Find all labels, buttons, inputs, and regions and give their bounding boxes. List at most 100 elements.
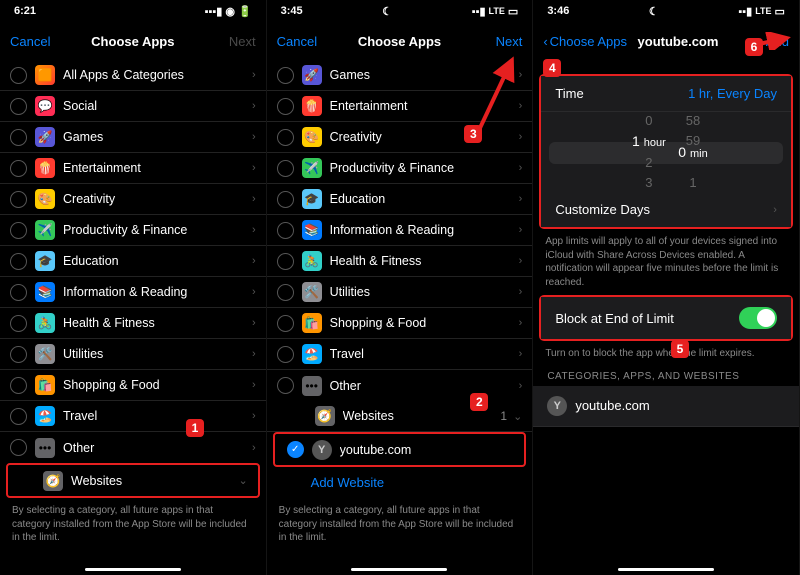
category-row[interactable]: 🛍️ Shopping & Food › bbox=[267, 308, 533, 339]
category-row[interactable]: 🎓 Education › bbox=[0, 246, 266, 277]
radio-unchecked-icon[interactable] bbox=[10, 98, 27, 115]
games-icon: 🚀 bbox=[302, 65, 322, 85]
category-row[interactable]: 💬 Social › bbox=[0, 91, 266, 122]
radio-unchecked-icon[interactable] bbox=[277, 129, 294, 146]
home-indicator[interactable] bbox=[85, 568, 181, 572]
row-label: Productivity & Finance bbox=[330, 161, 519, 175]
minutes-column[interactable]: 57 58 59 0 min 1 2 bbox=[686, 112, 700, 192]
customize-days-row[interactable]: Customize Days › bbox=[541, 192, 791, 227]
status-bar: 3:46 ☾ ▪▪▮ LTE ▭ bbox=[533, 0, 799, 22]
grid-icon: 🟧 bbox=[35, 65, 55, 85]
row-label: Creativity bbox=[330, 130, 519, 144]
radio-unchecked-icon[interactable] bbox=[10, 191, 27, 208]
category-row[interactable]: 📚 Information & Reading › bbox=[0, 277, 266, 308]
home-indicator[interactable] bbox=[351, 568, 447, 572]
hours-column[interactable]: 0 1 hour 2 3 bbox=[632, 112, 666, 192]
checkbox-checked-icon[interactable]: ✓ bbox=[287, 441, 304, 458]
radio-unchecked-icon[interactable] bbox=[277, 98, 294, 115]
radio-unchecked-icon[interactable] bbox=[10, 253, 27, 270]
chevron-right-icon: › bbox=[519, 131, 523, 143]
block-switch[interactable] bbox=[739, 307, 777, 329]
status-bar: 3:45 ☾ ▪▪▮ LTE ▭ bbox=[267, 0, 533, 22]
category-row[interactable]: 📚 Information & Reading › bbox=[267, 215, 533, 246]
selected-site-row[interactable]: ✓ Y youtube.com bbox=[275, 434, 525, 465]
radio-unchecked-icon[interactable] bbox=[10, 284, 27, 301]
category-list[interactable]: 🟧 All Apps & Categories › 💬 Social › 🚀 G… bbox=[0, 60, 266, 463]
site-cell[interactable]: Y youtube.com bbox=[533, 386, 799, 427]
row-label: Utilities bbox=[63, 347, 252, 361]
cancel-button[interactable]: Cancel bbox=[10, 34, 70, 49]
chevron-down-icon: ⌄ bbox=[238, 474, 247, 487]
other-icon: ••• bbox=[302, 376, 322, 396]
shop-icon: 🛍️ bbox=[302, 313, 322, 333]
radio-unchecked-icon[interactable] bbox=[10, 67, 27, 84]
chevron-right-icon: › bbox=[252, 255, 256, 267]
category-row[interactable]: 🍿 Entertainment › bbox=[0, 153, 266, 184]
phone-2: 3:45 ☾ ▪▪▮ LTE ▭ Cancel Choose Apps Next… bbox=[267, 0, 534, 575]
back-button[interactable]: ‹ Choose Apps bbox=[543, 34, 627, 49]
category-row[interactable]: 🚀 Games › bbox=[0, 122, 266, 153]
category-row[interactable]: 🚴 Health & Fitness › bbox=[267, 246, 533, 277]
games-icon: 🚀 bbox=[35, 127, 55, 147]
radio-unchecked-icon[interactable] bbox=[277, 253, 294, 270]
row-websites[interactable]: 🧭 Websites ⌄ bbox=[8, 465, 258, 496]
block-row: Block at End of Limit bbox=[541, 297, 791, 339]
radio-unchecked-icon[interactable] bbox=[10, 408, 27, 425]
category-row[interactable]: ✈️ Productivity & Finance › bbox=[0, 215, 266, 246]
category-row[interactable]: 🛠️ Utilities › bbox=[267, 277, 533, 308]
category-row[interactable]: ✈️ Productivity & Finance › bbox=[267, 153, 533, 184]
time-picker[interactable]: 0 1 hour 2 3 57 58 59 0 min 1 2 bbox=[541, 112, 791, 192]
radio-unchecked-icon[interactable] bbox=[277, 191, 294, 208]
health-icon: 🚴 bbox=[302, 251, 322, 271]
category-row[interactable]: 🛍️ Shopping & Food › bbox=[0, 370, 266, 401]
moon-icon: ☾ bbox=[382, 5, 392, 18]
category-row[interactable]: 🚴 Health & Fitness › bbox=[0, 308, 266, 339]
time-row[interactable]: Time 1 hr, Every Day bbox=[541, 76, 791, 112]
category-row[interactable]: 🎨 Creativity › bbox=[0, 184, 266, 215]
chevron-right-icon: › bbox=[252, 379, 256, 391]
nav-title: Choose Apps bbox=[91, 34, 174, 49]
category-row[interactable]: ••• Other › bbox=[267, 370, 533, 401]
add-website-button[interactable]: Add Website bbox=[267, 467, 533, 498]
next-button[interactable]: Next bbox=[462, 34, 522, 49]
radio-unchecked-icon[interactable] bbox=[10, 377, 27, 394]
block-label: Block at End of Limit bbox=[555, 311, 674, 326]
chevron-right-icon: › bbox=[252, 131, 256, 143]
radio-unchecked-icon[interactable] bbox=[10, 160, 27, 177]
chevron-right-icon: › bbox=[519, 317, 523, 329]
annotation-2: 2 bbox=[470, 393, 488, 411]
row-websites[interactable]: 🧭 Websites 1 ⌄ bbox=[267, 401, 533, 432]
row-label: Education bbox=[330, 192, 519, 206]
edu-icon: 🎓 bbox=[35, 251, 55, 271]
signal-icon: ▪▪▮ bbox=[472, 5, 486, 18]
radio-unchecked-icon[interactable] bbox=[277, 377, 294, 394]
radio-unchecked-icon[interactable] bbox=[10, 346, 27, 363]
arrow-to-next bbox=[470, 50, 520, 130]
category-row[interactable]: 🛠️ Utilities › bbox=[0, 339, 266, 370]
radio-unchecked-icon[interactable] bbox=[277, 222, 294, 239]
radio-unchecked-icon[interactable] bbox=[277, 67, 294, 84]
section-header: CATEGORIES, APPS, AND WEBSITES bbox=[533, 367, 799, 386]
radio-unchecked-icon[interactable] bbox=[10, 439, 27, 456]
radio-unchecked-icon[interactable] bbox=[10, 222, 27, 239]
radio-unchecked-icon[interactable] bbox=[10, 315, 27, 332]
status-time: 3:46 bbox=[547, 5, 569, 17]
category-row[interactable]: 🏖️ Travel › bbox=[0, 401, 266, 432]
radio-unchecked-icon[interactable] bbox=[10, 129, 27, 146]
radio-unchecked-icon[interactable] bbox=[277, 284, 294, 301]
next-button[interactable]: Next bbox=[196, 34, 256, 49]
category-row[interactable]: 🏖️ Travel › bbox=[267, 339, 533, 370]
cancel-button[interactable]: Cancel bbox=[277, 34, 337, 49]
radio-unchecked-icon[interactable] bbox=[277, 160, 294, 177]
home-indicator[interactable] bbox=[618, 568, 714, 572]
row-label: Games bbox=[63, 130, 252, 144]
row-label: Travel bbox=[63, 409, 252, 423]
health-icon: 🚴 bbox=[35, 313, 55, 333]
radio-unchecked-icon[interactable] bbox=[277, 346, 294, 363]
creat-icon: 🎨 bbox=[302, 127, 322, 147]
radio-unchecked-icon[interactable] bbox=[277, 315, 294, 332]
category-row[interactable]: ••• Other › bbox=[0, 432, 266, 463]
highlight-youtube-row: ✓ Y youtube.com bbox=[273, 432, 527, 467]
category-row[interactable]: 🟧 All Apps & Categories › bbox=[0, 60, 266, 91]
category-row[interactable]: 🎓 Education › bbox=[267, 184, 533, 215]
